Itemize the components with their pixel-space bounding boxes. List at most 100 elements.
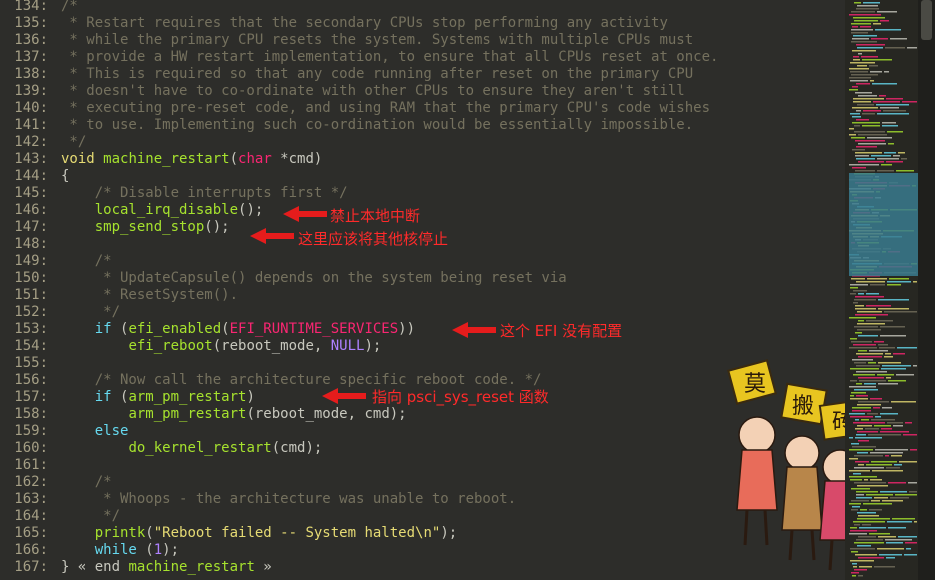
scroll-thumb[interactable] bbox=[921, 0, 932, 40]
code-line[interactable]: 164: */ bbox=[0, 508, 120, 525]
minimap-line bbox=[851, 509, 858, 511]
line-code: do_kernel_restart(cmd); bbox=[128, 440, 323, 456]
code-line[interactable]: 149: /* bbox=[0, 253, 111, 270]
minimap-line bbox=[863, 2, 880, 4]
minimap-line bbox=[850, 113, 860, 115]
code-line[interactable]: 146: local_irq_disable(); bbox=[0, 202, 263, 219]
minimap-line bbox=[853, 473, 861, 475]
minimap-line bbox=[872, 83, 897, 85]
code-line[interactable]: 162: /* bbox=[0, 474, 111, 491]
minimap-line bbox=[885, 539, 912, 541]
minimap-line bbox=[885, 47, 905, 49]
code-line[interactable]: 154: efi_reboot(reboot_mode, NULL); bbox=[0, 338, 381, 355]
code-line[interactable]: 135: * Restart requires that the seconda… bbox=[0, 15, 668, 32]
code-line[interactable]: 142: */ bbox=[0, 134, 86, 151]
line-number: 166: bbox=[14, 542, 48, 558]
minimap-line bbox=[855, 92, 872, 94]
line-number: 163: bbox=[14, 491, 48, 507]
minimap-line bbox=[850, 530, 877, 532]
code-line[interactable]: 152: */ bbox=[0, 304, 120, 321]
annotation-note: 指向 psci_sys_reset 函数 bbox=[372, 388, 549, 406]
minimap-line bbox=[855, 332, 862, 334]
code-line[interactable]: 141: * to use. Implementing such co-ordi… bbox=[0, 117, 693, 134]
scrollbar[interactable] bbox=[918, 0, 935, 580]
minimap-line bbox=[867, 278, 887, 280]
line-code: */ bbox=[61, 304, 121, 320]
code-line[interactable]: 151: * ResetSystem(). bbox=[0, 287, 238, 304]
code-line[interactable]: 166: while (1); bbox=[0, 542, 179, 559]
minimap-line bbox=[857, 425, 872, 427]
minimap-line bbox=[880, 326, 905, 328]
code-line[interactable]: 134: /* bbox=[0, 0, 78, 15]
code-line[interactable]: 155: bbox=[0, 355, 61, 372]
code-line[interactable]: 137: * provide a HW restart implementati… bbox=[0, 49, 718, 66]
minimap-line bbox=[886, 98, 903, 100]
minimap-line bbox=[850, 62, 875, 64]
minimap-line bbox=[873, 23, 881, 25]
minimap-line bbox=[880, 431, 909, 433]
line-code: efi_reboot(reboot_mode, NULL); bbox=[128, 338, 382, 354]
minimap-line bbox=[856, 371, 887, 373]
minimap-line bbox=[905, 422, 912, 424]
arrow-icon bbox=[250, 228, 294, 244]
line-number: 148: bbox=[14, 236, 48, 252]
code-editor[interactable]: 134:/* 135: * Restart requires that the s… bbox=[0, 0, 845, 580]
line-number: 147: bbox=[14, 219, 48, 235]
minimap-line bbox=[875, 416, 881, 418]
watermark-char: 砖 bbox=[832, 410, 845, 435]
line-number: 153: bbox=[14, 321, 48, 337]
minimap-line bbox=[852, 407, 871, 409]
minimap-viewport[interactable] bbox=[849, 173, 919, 276]
minimap-line bbox=[852, 167, 866, 169]
minimap-line bbox=[858, 53, 862, 55]
watermark-char: 莫 bbox=[744, 372, 766, 397]
code-line[interactable]: 136: * while the primary CPU resets the … bbox=[0, 32, 693, 49]
minimap-line bbox=[884, 311, 917, 313]
minimap-line bbox=[887, 521, 912, 523]
code-line[interactable]: 138: * This is required so that any code… bbox=[0, 66, 693, 83]
code-line[interactable]: 156: /* Now call the architecture specif… bbox=[0, 372, 541, 389]
minimap-line bbox=[858, 536, 876, 538]
code-line[interactable]: 147: smp_send_stop(); bbox=[0, 219, 229, 236]
minimap-line bbox=[866, 305, 891, 307]
minimap-line bbox=[880, 335, 906, 337]
code-line[interactable]: 144: { bbox=[0, 168, 69, 185]
line-number: 144: bbox=[14, 168, 48, 184]
minimap-line bbox=[874, 566, 895, 568]
minimap-line bbox=[850, 560, 874, 562]
code-line[interactable]: 157: if (arm_pm_restart) bbox=[0, 389, 255, 406]
minimap-line bbox=[857, 518, 890, 520]
minimap-line bbox=[852, 506, 860, 508]
minimap-line bbox=[877, 158, 899, 160]
code-line[interactable]: 140: * executing pre-reset code, and usi… bbox=[0, 100, 710, 117]
code-line[interactable]: 158: arm_pm_restart(reboot_mode, cmd); bbox=[0, 406, 406, 423]
line-code: * ResetSystem(). bbox=[61, 287, 239, 303]
minimap-line bbox=[850, 293, 856, 295]
minimap-line bbox=[850, 398, 868, 400]
minimap-line bbox=[849, 14, 881, 16]
minimap-line bbox=[858, 440, 869, 442]
minimap-line bbox=[914, 521, 917, 523]
code-line[interactable]: 139: * doesn't have to co-ordinate with … bbox=[0, 83, 684, 100]
code-line[interactable]: 150: * UpdateCapsule() depends on the sy… bbox=[0, 270, 567, 287]
code-line[interactable]: 153: if (efi_enabled(EFI_RUNTIME_SERVICE… bbox=[0, 321, 415, 338]
minimap-line bbox=[888, 482, 906, 484]
code-line[interactable]: 160: do_kernel_restart(cmd); bbox=[0, 440, 322, 457]
code-line[interactable]: 165: printk("Reboot failed -- System hal… bbox=[0, 525, 457, 542]
code-line[interactable]: 145: /* Disable interrupts first */ bbox=[0, 185, 347, 202]
minimap-line bbox=[849, 458, 858, 460]
minimap-line bbox=[858, 134, 887, 136]
code-line[interactable]: 167:} « end machine_restart » bbox=[0, 559, 271, 576]
minimap-line bbox=[853, 422, 885, 424]
line-code: if (efi_enabled(EFI_RUNTIME_SERVICES)) bbox=[94, 321, 416, 337]
code-line[interactable]: 163: * Whoops - the architecture was una… bbox=[0, 491, 516, 508]
minimap-line bbox=[892, 518, 915, 520]
code-line[interactable]: 159: else bbox=[0, 423, 128, 440]
code-line[interactable]: 161: bbox=[0, 457, 61, 474]
minimap-line bbox=[856, 119, 869, 121]
code-line[interactable]: 143: void machine_restart(char *cmd) bbox=[0, 151, 322, 168]
line-code: * UpdateCapsule() depends on the system … bbox=[61, 270, 567, 286]
minimap-line bbox=[850, 416, 873, 418]
code-line[interactable]: 148: bbox=[0, 236, 61, 253]
minimap-line bbox=[849, 164, 879, 166]
